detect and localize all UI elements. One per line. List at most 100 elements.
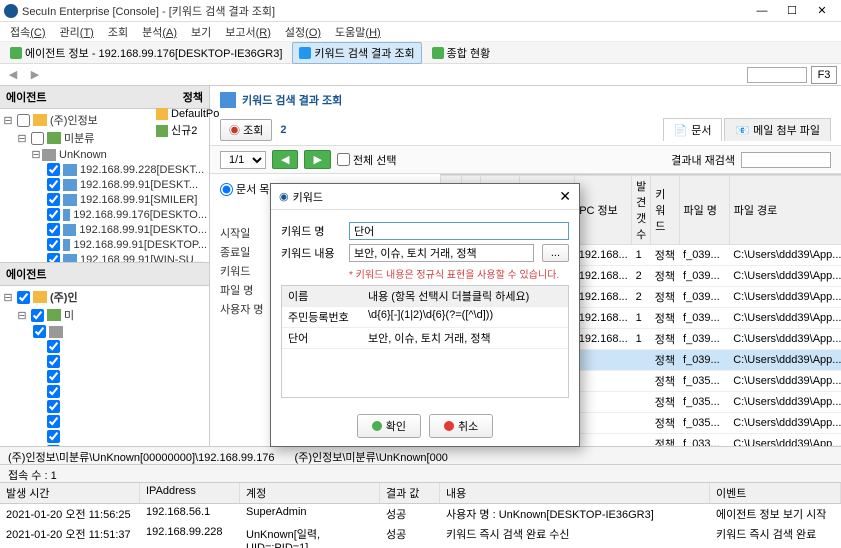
next-page-button[interactable]: ▶	[304, 150, 330, 169]
rescan-label: 결과내 재검색	[671, 152, 735, 168]
agent-header-label-2: 에이전트	[6, 266, 46, 282]
titlebar: SecuIn Enterprise [Console] - [키워드 검색 결과…	[0, 0, 841, 22]
agent-tree[interactable]: ⊟(주)인정보⊟미분류⊟UnKnown192.168.99.228[DESKT.…	[0, 109, 209, 262]
dialog-close-button[interactable]: ✕	[559, 188, 571, 205]
keyword-content-label: 키워드 내용	[281, 245, 341, 261]
log-header-col[interactable]: 내용	[440, 483, 710, 503]
log-header-col[interactable]: 결과 값	[380, 483, 440, 503]
agent-panel-header: 에이전트 정책	[0, 86, 209, 109]
page-icon	[220, 92, 236, 108]
col-header[interactable]: 키워드	[651, 176, 679, 245]
agent-panel-header-2: 에이전트	[0, 263, 209, 286]
ok-icon	[372, 421, 382, 431]
agent-header-label: 에이전트	[6, 89, 46, 105]
mail-icon: 📧	[735, 124, 749, 137]
toolbar-tab-2[interactable]: 종합 현황	[426, 43, 497, 63]
nav-toolbar: ◀ ▶ F3	[0, 64, 841, 86]
menu-1[interactable]: 관리(T)	[54, 22, 100, 42]
policy-header-label: 정책	[183, 89, 203, 105]
username-label: 사용자 명	[220, 301, 270, 317]
maximize-button[interactable]: ☐	[777, 1, 807, 21]
agent-tree-2[interactable]: ⊟(주)인⊟미	[0, 286, 209, 446]
page-title: 키워드 검색 결과 조회	[242, 92, 342, 108]
keyword-list-table[interactable]: 이름 내용 (항목 선택시 더블클릭 하세요) 주민등록번호\d{6}[-](1…	[281, 285, 569, 398]
nav-back-icon[interactable]: ◀	[4, 66, 22, 84]
kw-th-content: 내용 (항목 선택시 더블클릭 하세요)	[362, 286, 568, 306]
tab-attachments[interactable]: 📧메일 첨부 파일	[724, 118, 831, 141]
nav-fwd-icon[interactable]: ▶	[26, 66, 44, 84]
col-header[interactable]: 발견 갯수	[632, 176, 651, 245]
status-path-1: (주)인정보\미분류\UnKnown[00000000]\192.168.99.…	[8, 449, 275, 462]
keyword-content-more-button[interactable]: ...	[542, 244, 569, 262]
f3-button[interactable]: F3	[811, 66, 837, 84]
filename-label: 파일 명	[220, 282, 270, 298]
menu-5[interactable]: 보고서(R)	[219, 22, 277, 42]
doc-icon: 📄	[674, 124, 688, 137]
menu-6[interactable]: 설정(O)	[279, 22, 327, 42]
keyword-name-input[interactable]	[349, 222, 569, 240]
ok-button[interactable]: 확인	[357, 414, 421, 438]
keyword-dialog: ◉ 키워드 ✕ 키워드 명 키워드 내용 ... * 키워드 내용은 정규식 표…	[270, 183, 580, 447]
log-panel[interactable]: 발생 시간IPAddress계정결과 값내용이벤트 2021-01-20 오전 …	[0, 482, 841, 548]
tree-node[interactable]: 192.168.99.91[WIN-SU...	[80, 254, 203, 263]
keyword-row[interactable]: 주민등록번호\d{6}[-](1|2)\d{6}(?=([^\d]))	[282, 307, 568, 328]
window-title: SecuIn Enterprise [Console] - [키워드 검색 결과…	[22, 3, 747, 19]
cancel-icon	[444, 421, 454, 431]
status-path-2: (주)인정보\미분류\UnKnown[000	[295, 449, 448, 462]
log-header-col[interactable]: 계정	[240, 483, 380, 503]
query-button[interactable]: ◉ 조회	[220, 119, 272, 141]
col-header[interactable]: 파일 명	[679, 176, 729, 245]
regex-note: * 키워드 내용은 정규식 표현을 사용할 수 있습니다.	[349, 266, 569, 281]
menu-2[interactable]: 조회	[102, 22, 134, 42]
keyword-label: 키워드	[220, 263, 270, 279]
status-bar-1: (주)인정보\미분류\UnKnown[00000000]\192.168.99.…	[0, 446, 841, 464]
menu-0[interactable]: 접속(C)	[4, 22, 52, 42]
dialog-title: 키워드	[293, 189, 323, 205]
left-panel: 에이전트 정책 ⊟(주)인정보⊟미분류⊟UnKnown192.168.99.22…	[0, 86, 210, 446]
tree-node[interactable]: 192.168.99.91[DESKTOP...	[73, 239, 207, 251]
log-row[interactable]: 2021-01-20 오전 11:56:25192.168.56.1SuperA…	[0, 504, 841, 524]
log-header: 발생 시간IPAddress계정결과 값내용이벤트	[0, 483, 841, 504]
log-header-col[interactable]: 이벤트	[710, 483, 841, 503]
tree-node[interactable]: 192.168.99.91[SMILER]	[80, 194, 197, 206]
minimize-button[interactable]: —	[747, 1, 777, 21]
page-title-bar: 키워드 검색 결과 조회	[210, 86, 841, 114]
tree-node[interactable]: 192.168.99.228[DESKT...	[80, 164, 204, 176]
tree-node[interactable]: 192.168.99.91[DESKT...	[80, 179, 198, 191]
keyword-content-input[interactable]	[349, 244, 534, 262]
date-from-label: 시작일	[220, 225, 270, 241]
keyword-name-label: 키워드 명	[281, 223, 341, 239]
menu-7[interactable]: 도움말(H)	[329, 22, 387, 42]
page-select[interactable]: 1/1	[220, 151, 266, 169]
app-icon	[4, 4, 18, 18]
keyword-row[interactable]: 단어보안, 이슈, 토치 거래, 정책	[282, 328, 568, 349]
tree-root: (주)인정보	[50, 112, 98, 128]
tab-toolbar: 에이전트 정보 - 192.168.99.176[DESKTOP-IE36GR3…	[0, 42, 841, 64]
tab-icon	[432, 47, 444, 59]
toolbar-tab-1[interactable]: 키워드 검색 결과 조회	[292, 42, 421, 64]
tab-icon	[10, 47, 22, 59]
log-row[interactable]: 2021-01-20 오전 11:51:37192.168.99.228UnKn…	[0, 524, 841, 548]
menu-3[interactable]: 분석(A)	[136, 22, 183, 42]
col-header[interactable]: PC 정보	[575, 176, 632, 245]
find-input[interactable]	[747, 67, 807, 83]
result-count-badge: 2	[280, 124, 286, 136]
select-all-checkbox[interactable]: 전체 선택	[337, 152, 397, 168]
cancel-button[interactable]: 취소	[429, 414, 493, 438]
log-header-col[interactable]: 발생 시간	[0, 483, 140, 503]
menu-4[interactable]: 보기	[185, 22, 217, 42]
tab-documents[interactable]: 📄문서	[663, 118, 723, 141]
rescan-input[interactable]	[741, 152, 831, 168]
connection-count: 접속 수 : 1	[8, 467, 57, 480]
menubar: 접속(C)관리(T)조회분석(A)보기보고서(R)설정(O)도움말(H)	[0, 22, 841, 42]
log-header-col[interactable]: IPAddress	[140, 483, 240, 503]
close-button[interactable]: ✕	[807, 1, 837, 21]
prev-page-button[interactable]: ◀	[272, 150, 298, 169]
dialog-icon: ◉	[279, 190, 289, 203]
status-bar-2: 접속 수 : 1	[0, 464, 841, 482]
toolbar-tab-0[interactable]: 에이전트 정보 - 192.168.99.176[DESKTOP-IE36GR3…	[4, 43, 288, 63]
tree-node[interactable]: 192.168.99.176[DESKTO...	[73, 209, 207, 221]
tree-node[interactable]: 192.168.99.91[DESKTO...	[79, 224, 207, 236]
dialog-titlebar: ◉ 키워드 ✕	[271, 184, 579, 210]
col-header[interactable]: 파일 경로	[729, 176, 841, 245]
